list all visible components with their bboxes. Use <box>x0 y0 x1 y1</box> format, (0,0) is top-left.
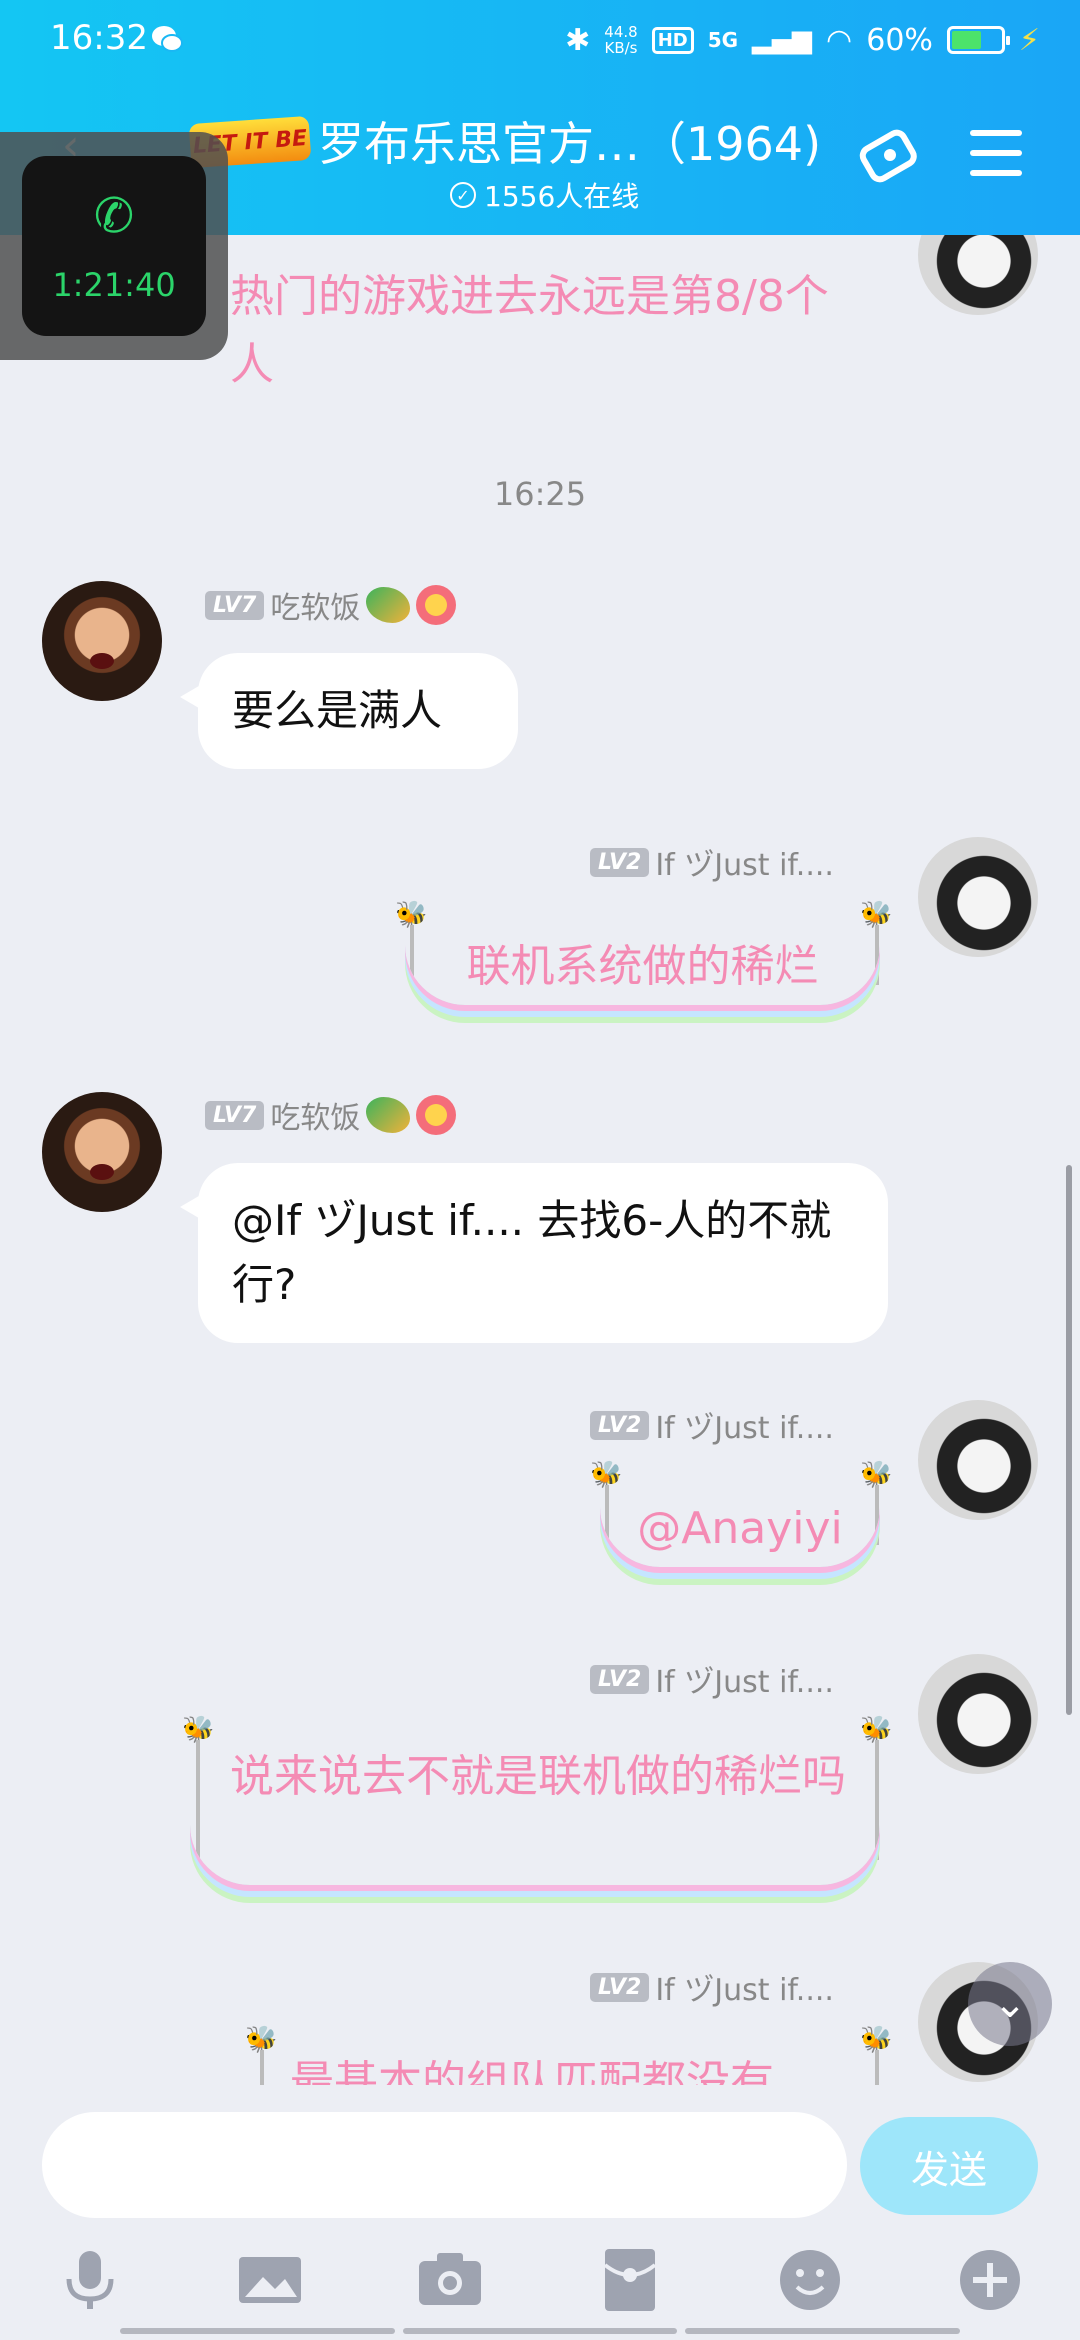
net-speed-unit: KB/s <box>604 39 638 57</box>
wifi-icon: ◠ <box>826 22 853 58</box>
check-circle-icon: ✓ <box>450 182 476 208</box>
flower-badge-icon <box>416 585 457 625</box>
frame-pole <box>260 2050 264 2085</box>
gesture-bar <box>120 2328 961 2334</box>
avatar[interactable] <box>918 1400 1038 1520</box>
online-count-label: 1556人在线 <box>484 180 640 213</box>
frame-pole <box>875 2050 879 2085</box>
message-bubble[interactable]: @If ヅJust if.... 去找6-人的不就行? <box>180 1163 888 1343</box>
sender-name: If ヅJust if.... <box>655 1665 834 1700</box>
sender-name: If ヅJust if.... <box>655 848 834 883</box>
level-badge: LV2 <box>590 1664 650 1694</box>
call-duration: 1:21:40 <box>52 266 176 304</box>
avatar[interactable] <box>918 837 1038 957</box>
message-bubble[interactable]: 最基本的组队匹配都没有 <box>290 2057 870 2085</box>
level-badge: LV2 <box>590 847 650 877</box>
avatar[interactable] <box>918 235 1038 315</box>
sender-meta: LV2 If ヅJust if.... <box>590 1657 834 1701</box>
avatar[interactable] <box>918 1654 1038 1774</box>
avatar[interactable] <box>42 581 162 701</box>
dragon-badge-icon <box>366 587 411 623</box>
level-badge: LV2 <box>590 1410 650 1440</box>
hd-badge: HD <box>651 26 694 54</box>
flower-badge-icon <box>416 1095 457 1135</box>
call-card[interactable]: ✆ 1:21:40 <box>22 156 206 336</box>
sender-name: 吃软饭 <box>270 1101 361 1136</box>
scroll-down-icon[interactable]: ⌄ <box>968 1962 1052 2046</box>
message-text: 最基本的组队匹配都没有 <box>290 2057 774 2085</box>
input-toolbar <box>0 2245 1080 2315</box>
red-packet-icon[interactable] <box>595 2245 665 2315</box>
battery-percent: 60% <box>866 22 933 58</box>
message-bubble[interactable]: 要么是满人 <box>180 653 518 769</box>
timestamp: 16:25 <box>493 475 587 513</box>
sender-name: 吃软饭 <box>270 591 361 626</box>
message-text: @If ヅJust if.... 去找6-人的不就行? <box>232 1196 832 1309</box>
message-text: 要么是满人 <box>232 686 443 735</box>
message-bubble[interactable]: 说来说去不就是联机做的稀烂吗 <box>190 1745 880 1885</box>
input-area: 发送 <box>0 2085 1080 2340</box>
avatar[interactable] <box>42 1092 162 1212</box>
plus-icon[interactable] <box>955 2245 1025 2315</box>
net-speed: 44.8 KB/s <box>604 24 637 56</box>
message-text: 热门的游戏进去永远是第8/8个人 <box>230 271 829 390</box>
sender-name: If ヅJust if.... <box>655 1411 834 1446</box>
charging-icon: ⚡ <box>1018 22 1040 58</box>
signal-label: 5G <box>707 28 739 52</box>
camera-icon[interactable] <box>415 2245 485 2315</box>
status-time: 16:32 <box>50 18 148 58</box>
message-text: 联机系统做的稀烂 <box>466 941 819 992</box>
emoji-icon[interactable] <box>775 2245 845 2315</box>
sender-meta: LV2 If ヅJust if.... <box>590 840 834 884</box>
battery-icon <box>946 26 1010 54</box>
wechat-icon <box>152 26 183 52</box>
signal-icon: ▂▄▆ <box>752 25 813 55</box>
sender-meta: LV2 If ヅJust if.... <box>590 1965 834 2009</box>
image-icon[interactable] <box>235 2245 305 2315</box>
scrollbar[interactable] <box>1066 1165 1072 1715</box>
level-badge: LV7 <box>205 590 265 620</box>
status-icons: ✱ 44.8 KB/s HD 5G ▂▄▆ ◠ 60% ⚡ <box>565 18 1040 62</box>
bluetooth-icon: ✱ <box>565 22 591 58</box>
sender-meta: LV2 If ヅJust if.... <box>590 1403 834 1447</box>
message-text: 说来说去不就是联机做的稀烂吗 <box>230 1751 846 1802</box>
mic-icon[interactable] <box>55 2245 125 2315</box>
ticket-icon[interactable] <box>855 120 925 190</box>
phone-icon: ✆ <box>93 188 135 244</box>
dragon-badge-icon <box>366 1097 411 1133</box>
send-button[interactable]: 发送 <box>860 2117 1038 2215</box>
message-bubble[interactable]: @Anayiyi <box>600 1497 880 1567</box>
sender-meta: LV7 吃软饭 <box>205 583 457 627</box>
online-count: ✓ 1556人在线 <box>450 175 639 215</box>
floating-call-widget[interactable]: ✆ 1:21:40 <box>0 132 228 360</box>
message-input[interactable] <box>42 2112 847 2218</box>
level-badge: LV7 <box>205 1100 265 1130</box>
message-text: @Anayiyi <box>637 1503 843 1554</box>
message-bubble[interactable]: 联机系统做的稀烂 <box>405 935 880 1005</box>
menu-icon[interactable] <box>970 130 1022 176</box>
status-bar: 16:32 ✱ 44.8 KB/s HD 5G ▂▄▆ ◠ 60% ⚡ <box>0 0 1080 80</box>
chat-list[interactable]: 热门的游戏进去永远是第8/8个人 16:25 LV7 吃软饭 要么是满人 LV2… <box>0 235 1080 2085</box>
group-title[interactable]: 罗布乐思官方…（1964) <box>318 108 821 174</box>
level-badge: LV2 <box>590 1972 650 2002</box>
sender-meta: LV7 吃软饭 <box>205 1093 457 1137</box>
sender-name: If ヅJust if.... <box>655 1973 834 2008</box>
